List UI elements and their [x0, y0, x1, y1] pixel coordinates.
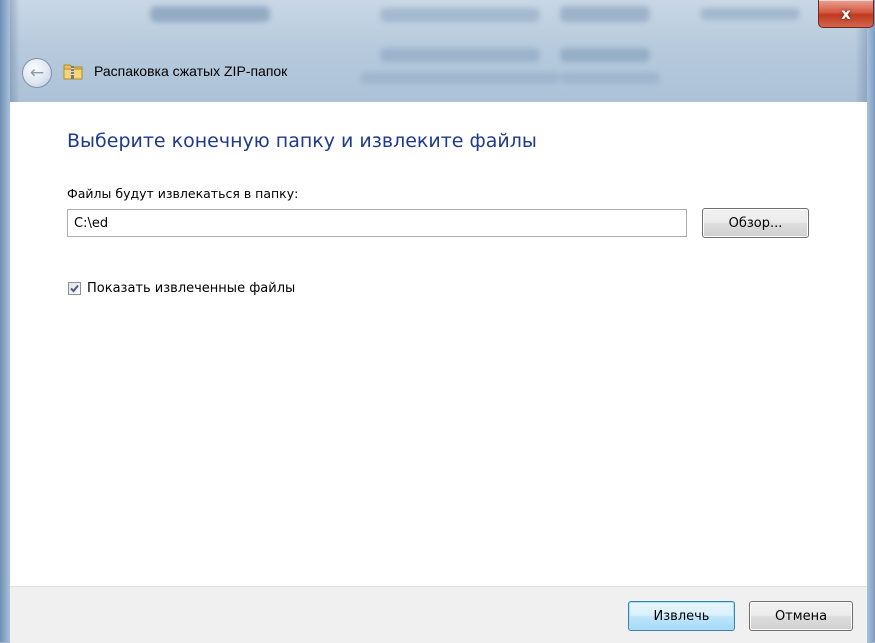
close-icon: x: [841, 4, 851, 23]
cancel-button[interactable]: Отмена: [749, 601, 853, 631]
window-left-border: [0, 0, 10, 642]
browse-button[interactable]: Обзор...: [702, 208, 809, 238]
zip-folder-icon: [63, 62, 83, 80]
page-heading: Выберите конечную папку и извлеките файл…: [67, 130, 537, 152]
show-extracted-files-label: Показать извлеченные файлы: [87, 280, 296, 296]
dialog-footer: Извлечь Отмена: [10, 586, 867, 643]
destination-label: Файлы будут извлекаться в папку:: [67, 186, 299, 201]
wizard-content: Выберите конечную папку и извлеките файл…: [10, 102, 867, 586]
window-title: Распаковка сжатых ZIP-папок: [94, 63, 288, 79]
back-arrow-icon: ←: [29, 62, 45, 83]
show-extracted-files-checkbox[interactable]: [68, 281, 81, 295]
back-button[interactable]: ←: [22, 58, 52, 88]
window-right-border: [867, 0, 875, 642]
dialog-window: x ← Распаковка сжатых ZIP-папок Выберите…: [0, 0, 875, 643]
checkmark-icon: [70, 284, 79, 292]
extract-button[interactable]: Извлечь: [628, 601, 735, 631]
destination-path-input[interactable]: [67, 209, 687, 237]
close-button[interactable]: x: [818, 0, 874, 28]
show-extracted-files-option[interactable]: Показать извлеченные файлы: [68, 279, 295, 297]
